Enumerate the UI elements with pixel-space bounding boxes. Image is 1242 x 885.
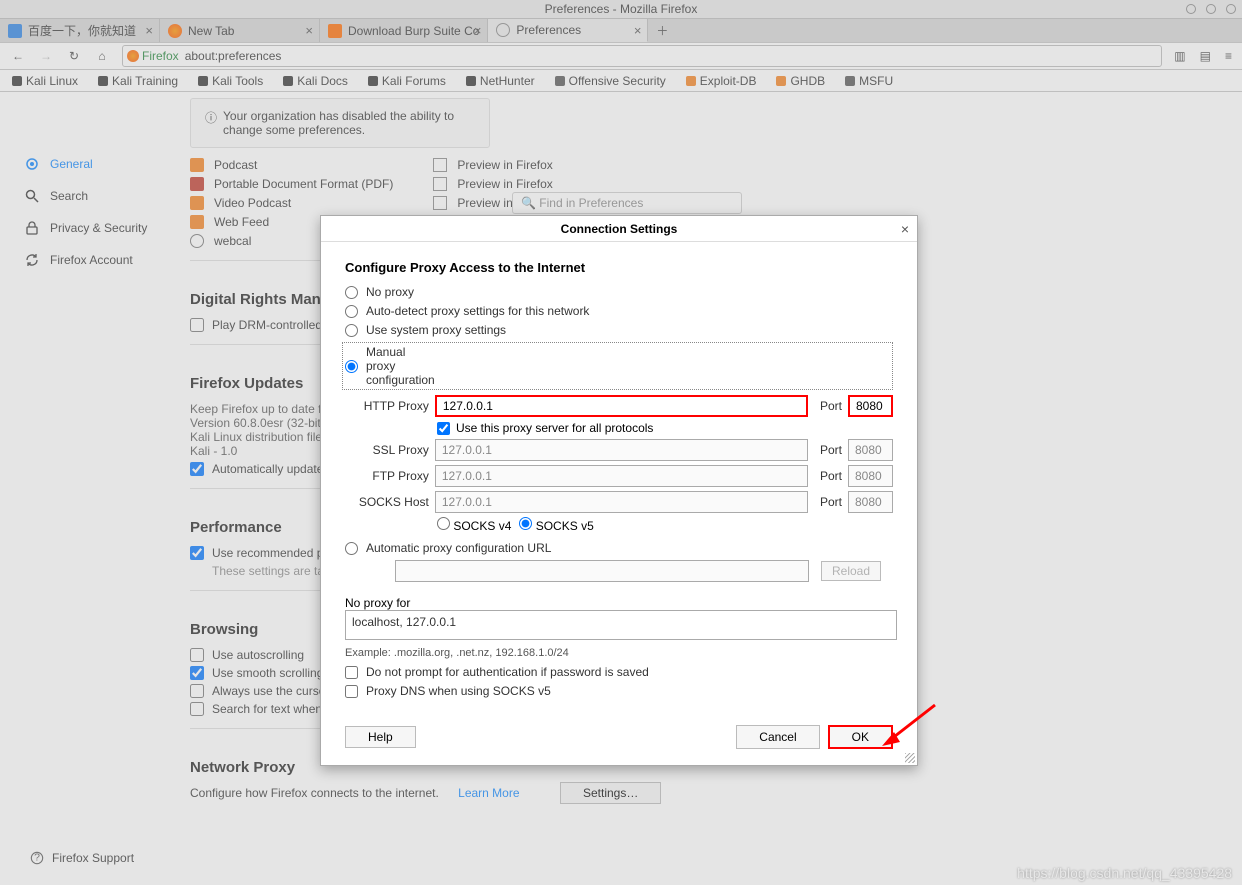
help-button[interactable]: Help — [345, 726, 416, 748]
http-proxy-label: HTTP Proxy — [345, 399, 429, 413]
http-proxy-port-input[interactable] — [848, 395, 893, 417]
socks-host-label: SOCKS Host — [345, 495, 429, 509]
ok-button[interactable]: OK — [828, 725, 893, 749]
dialog-title: Connection Settings — [561, 222, 678, 236]
socks-host-row: SOCKS Host Port — [345, 491, 893, 513]
radio-auto-url[interactable]: Automatic proxy configuration URL — [345, 541, 893, 555]
ftp-proxy-host-input — [435, 465, 808, 487]
dialog-footer: Help Cancel OK — [321, 715, 917, 765]
no-proxy-for-label: No proxy for — [345, 596, 893, 610]
ssl-proxy-host-input — [435, 439, 808, 461]
reload-button: Reload — [821, 561, 881, 581]
use-for-all-row[interactable]: Use this proxy server for all protocols — [437, 421, 893, 435]
no-prompt-row[interactable]: Do not prompt for authentication if pass… — [345, 665, 893, 679]
manual-proxy-radio[interactable] — [345, 360, 358, 373]
ftp-proxy-port-input — [848, 465, 893, 487]
ssl-proxy-row: SSL Proxy Port — [345, 439, 893, 461]
example-text: Example: .mozilla.org, .net.nz, 192.168.… — [345, 647, 893, 659]
radio-system-proxy[interactable]: Use system proxy settings — [345, 323, 893, 337]
cancel-button[interactable]: Cancel — [736, 725, 819, 749]
radio-auto-detect[interactable]: Auto-detect proxy settings for this netw… — [345, 304, 893, 318]
auto-config-url-input — [395, 560, 809, 582]
socks-version-row: SOCKS v4 SOCKS v5 — [437, 517, 893, 533]
radio-manual-proxy[interactable]: Manual proxy configuration — [342, 342, 893, 390]
dialog-body: Configure Proxy Access to the Internet N… — [321, 242, 917, 715]
socks-host-input — [435, 491, 808, 513]
socks-v5-radio[interactable]: SOCKS v5 — [519, 517, 593, 533]
dialog-subtitle: Configure Proxy Access to the Internet — [345, 260, 893, 275]
port-label: Port — [820, 399, 842, 413]
connection-settings-dialog: Connection Settings × Configure Proxy Ac… — [320, 215, 918, 766]
no-prompt-checkbox[interactable] — [345, 666, 358, 679]
ssl-proxy-label: SSL Proxy — [345, 443, 429, 457]
watermark-text: https://blog.csdn.net/qq_43395428 — [1017, 865, 1232, 881]
socks-port-input — [848, 491, 893, 513]
auto-url-row: Reload — [345, 560, 893, 582]
resize-handle-icon[interactable] — [905, 753, 915, 763]
dialog-titlebar: Connection Settings × — [321, 216, 917, 242]
ftp-proxy-row: FTP Proxy Port — [345, 465, 893, 487]
socks-v4-radio[interactable]: SOCKS v4 — [437, 517, 511, 533]
use-for-all-checkbox[interactable] — [437, 422, 450, 435]
no-proxy-for-input[interactable] — [345, 610, 897, 640]
proxy-dns-row[interactable]: Proxy DNS when using SOCKS v5 — [345, 684, 893, 698]
ftp-proxy-label: FTP Proxy — [345, 469, 429, 483]
proxy-dns-checkbox[interactable] — [345, 685, 358, 698]
ssl-proxy-port-input — [848, 439, 893, 461]
http-proxy-row: HTTP Proxy Port — [345, 395, 893, 417]
close-dialog-icon[interactable]: × — [901, 221, 909, 237]
radio-no-proxy[interactable]: No proxy — [345, 285, 893, 299]
http-proxy-host-input[interactable] — [435, 395, 808, 417]
